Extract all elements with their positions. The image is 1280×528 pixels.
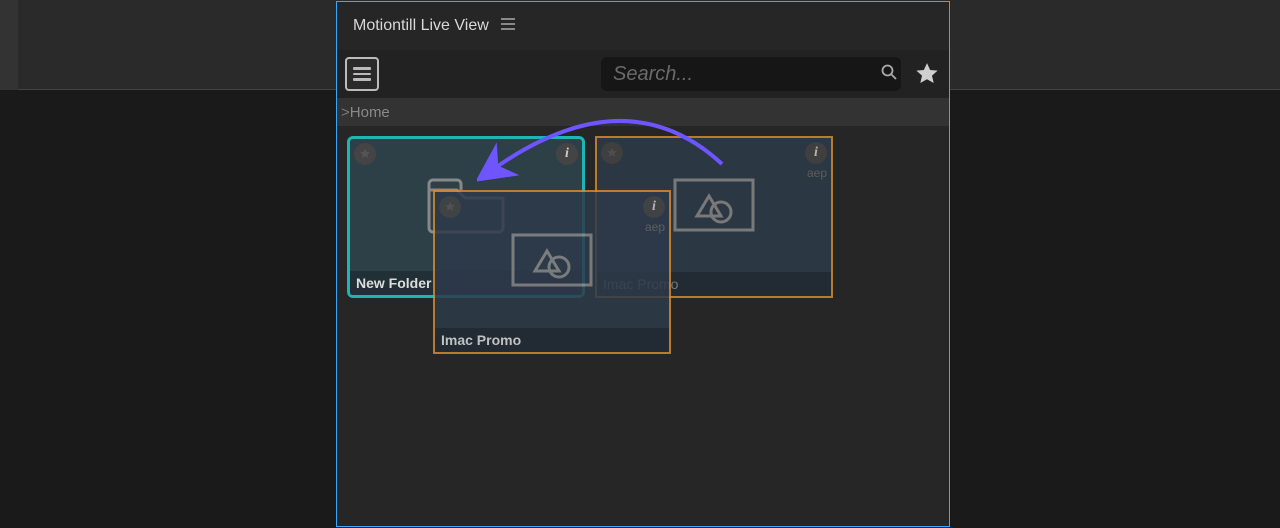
panel-menu-icon[interactable]	[501, 17, 515, 35]
file-extension-badge: aep	[645, 220, 665, 234]
hamburger-button[interactable]	[345, 57, 379, 91]
info-icon[interactable]: i	[805, 142, 827, 164]
file-extension-badge: aep	[807, 166, 827, 180]
star-icon[interactable]	[601, 142, 623, 164]
info-icon[interactable]: i	[556, 143, 578, 165]
content-grid[interactable]: i New Folder i aep	[337, 126, 949, 526]
thumbnail-icon	[507, 229, 597, 291]
dragging-label: Imac Promo	[435, 328, 669, 352]
search-icon[interactable]	[881, 64, 897, 85]
dragging-tile-body: i aep	[435, 192, 669, 328]
dragging-tile[interactable]: i aep Imac Promo	[433, 190, 671, 354]
panel-title: Motiontill Live View	[353, 17, 489, 35]
info-icon[interactable]: i	[643, 196, 665, 218]
breadcrumb-prefix: >	[341, 104, 350, 121]
left-gutter	[0, 0, 18, 90]
star-icon[interactable]	[354, 143, 376, 165]
panel-header: Motiontill Live View	[337, 2, 949, 50]
star-icon[interactable]	[439, 196, 461, 218]
search-input[interactable]	[613, 63, 881, 86]
breadcrumb: > Home	[337, 98, 949, 126]
thumbnail-icon	[669, 174, 759, 236]
search-container	[601, 57, 901, 91]
motiontill-panel: Motiontill Live View > Home	[336, 1, 950, 527]
breadcrumb-home[interactable]: Home	[350, 104, 390, 121]
favorites-button[interactable]	[913, 60, 941, 88]
toolbar	[337, 50, 949, 98]
